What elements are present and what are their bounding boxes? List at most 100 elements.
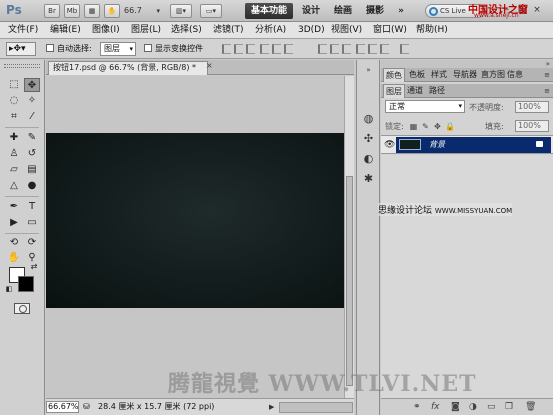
menu-filter[interactable]: 滤镜(T)	[213, 24, 244, 37]
eyedropper-tool-icon[interactable]: ⁄	[24, 110, 40, 124]
trash-icon[interactable]: 🗑	[525, 402, 536, 413]
layer-selection[interactable]: 背景	[396, 137, 551, 153]
menu-file[interactable]: 文件(F)	[8, 24, 38, 37]
history-brush-tool-icon[interactable]: ↺	[24, 147, 40, 161]
opacity-field[interactable]: 100%	[515, 101, 549, 113]
scrollbar-thumb[interactable]	[346, 176, 353, 386]
align-right-icon[interactable]	[284, 44, 293, 54]
magic-wand-tool-icon[interactable]: ✧	[24, 94, 40, 108]
lasso-tool-icon[interactable]: ◌	[6, 94, 22, 108]
tab-color[interactable]: 颜色	[383, 68, 405, 82]
arrange-documents-button[interactable]: ▥▾	[170, 4, 192, 18]
tool-preset-picker[interactable]: ▸✥▾	[6, 42, 36, 56]
distribute-top-icon[interactable]	[318, 44, 327, 54]
menu-select[interactable]: 选择(S)	[171, 24, 202, 37]
default-colors-icon[interactable]: ◧	[4, 282, 14, 296]
align-hcenter-icon[interactable]	[272, 44, 281, 54]
tab-channels[interactable]: 通道	[407, 84, 423, 98]
histogram-icon[interactable]: ✣	[361, 132, 376, 146]
blend-mode-select[interactable]: 正常 ▾	[385, 100, 465, 113]
path-selection-tool-icon[interactable]: ▶	[6, 216, 22, 230]
type-tool-icon[interactable]: T	[24, 200, 40, 214]
adjust-icon[interactable]: ◐	[361, 152, 376, 166]
folder-icon[interactable]: ▭	[487, 402, 496, 413]
pen-tool-icon[interactable]: ✒	[6, 200, 22, 214]
workspace-painting[interactable]: 绘画	[330, 3, 356, 19]
marquee-tool-icon[interactable]: ⬚	[6, 78, 22, 92]
hand-tool-icon[interactable]: ✋	[6, 251, 22, 265]
tab-navigator[interactable]: 导航器	[453, 68, 477, 82]
menu-layer[interactable]: 图层(L)	[131, 24, 161, 37]
distribute-bottom-icon[interactable]	[342, 44, 351, 54]
lock-pixels-icon[interactable]: ✎	[421, 122, 430, 131]
menu-analysis[interactable]: 分析(A)	[255, 24, 286, 37]
distribute-hcenter-icon[interactable]	[368, 44, 377, 54]
tab-swatches[interactable]: 色板	[409, 68, 425, 82]
eye-icon[interactable]: 👁	[384, 140, 395, 150]
collapse-icon[interactable]: »	[546, 60, 550, 68]
menu-help[interactable]: 帮助(H)	[416, 24, 448, 37]
auto-select-checkbox[interactable]	[46, 44, 54, 52]
fx-icon[interactable]: fx	[431, 402, 440, 413]
crop-tool-icon[interactable]: ⌗	[6, 110, 22, 124]
workspace-design[interactable]: 设计	[298, 3, 324, 19]
lock-transparency-icon[interactable]: ▦	[409, 122, 418, 131]
mask-icon[interactable]: ◙	[451, 402, 460, 413]
align-left-icon[interactable]	[260, 44, 269, 54]
workspace-photography[interactable]: 摄影	[362, 3, 388, 19]
workspace-essentials[interactable]: 基本功能	[245, 3, 293, 19]
show-transform-checkbox[interactable]	[144, 44, 152, 52]
new-layer-icon[interactable]: ❐	[505, 402, 513, 413]
menu-window[interactable]: 窗口(W)	[373, 24, 407, 37]
screen-mode-button[interactable]: ▭▾	[200, 4, 222, 18]
lock-all-icon[interactable]: 🔒	[445, 122, 455, 131]
auto-align-icon[interactable]	[400, 44, 409, 54]
adjustment-icon[interactable]: ◑	[469, 402, 477, 413]
tab-layers[interactable]: 图层	[383, 84, 405, 98]
healing-brush-tool-icon[interactable]: ✚	[6, 131, 22, 145]
menu-3d[interactable]: 3D(D)	[298, 24, 325, 37]
more-workspaces-button[interactable]: »	[394, 3, 408, 19]
chevron-right-icon[interactable]: ▶	[269, 401, 274, 413]
quick-mask-button[interactable]	[14, 303, 30, 314]
menu-image[interactable]: 图像(I)	[92, 24, 120, 37]
palette-icon[interactable]: ◍	[361, 112, 376, 126]
tab-paths[interactable]: 路径	[429, 84, 445, 98]
tab-styles[interactable]: 样式	[431, 68, 447, 82]
gradient-tool-icon[interactable]: ▤	[24, 163, 40, 177]
background-color-swatch[interactable]	[18, 276, 34, 292]
minibridge-button[interactable]: Mb	[64, 4, 80, 18]
align-vcenter-icon[interactable]	[234, 44, 243, 54]
menu-edit[interactable]: 编辑(E)	[50, 24, 81, 37]
panel-grip[interactable]	[4, 64, 40, 68]
menu-view[interactable]: 视图(V)	[331, 24, 362, 37]
fill-field[interactable]: 100%	[515, 120, 549, 132]
close-document-button[interactable]: ×	[206, 60, 213, 72]
layer-row[interactable]: 👁 背景	[381, 135, 553, 154]
panel-menu-icon[interactable]: ≡	[544, 84, 550, 98]
swap-colors-icon[interactable]: ⇄	[28, 260, 40, 274]
align-bottom-icon[interactable]	[246, 44, 255, 54]
auto-select-dropdown[interactable]: 图层 ▾	[100, 42, 136, 56]
tab-histogram[interactable]: 直方图	[481, 68, 505, 82]
shape-tool-icon[interactable]: ▭	[24, 216, 40, 230]
vertical-scrollbar[interactable]	[344, 76, 354, 398]
3d-orbit-tool-icon[interactable]: ⟳	[24, 236, 40, 250]
brush-preset-icon[interactable]: ✱	[361, 172, 376, 186]
eraser-tool-icon[interactable]: ▱	[6, 163, 22, 177]
document-tab[interactable]: 按钮17.psd @ 66.7% (背景, RGB/8) *	[48, 61, 208, 75]
zoom-field[interactable]: 66.67%	[46, 401, 79, 413]
distribute-vcenter-icon[interactable]	[330, 44, 339, 54]
zoom-level-select[interactable]: 66.7 ▾	[124, 4, 160, 18]
blur-tool-icon[interactable]: △	[6, 179, 22, 193]
horizontal-scrollbar[interactable]	[279, 402, 353, 413]
clone-stamp-tool-icon[interactable]: ♙	[6, 147, 22, 161]
move-tool-icon[interactable]: ✥	[24, 78, 40, 92]
document-canvas[interactable]	[46, 133, 344, 308]
hand-tool-button[interactable]: ✋	[104, 4, 120, 18]
close-window-button[interactable]: ×	[532, 5, 542, 15]
lock-position-icon[interactable]: ✥	[433, 122, 442, 131]
distribute-right-icon[interactable]	[380, 44, 389, 54]
bridge-button[interactable]: Br	[44, 4, 60, 18]
3d-rotate-tool-icon[interactable]: ⟲	[6, 236, 22, 250]
